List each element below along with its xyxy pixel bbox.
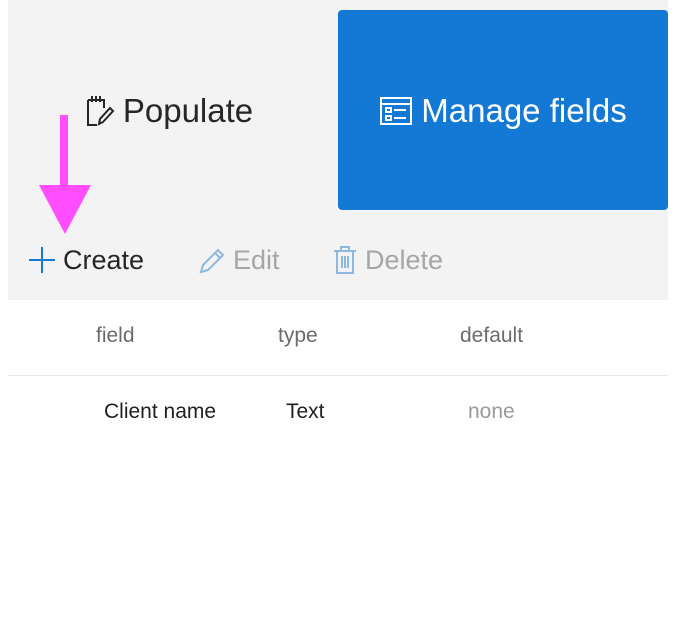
- create-button-label: Create: [63, 244, 145, 275]
- fields-table: field type default Client name Text none: [8, 300, 668, 644]
- pencil-icon: [198, 245, 226, 275]
- column-header-default[interactable]: default: [460, 324, 523, 348]
- column-header-type[interactable]: type: [278, 324, 318, 348]
- cell-default: none: [468, 400, 515, 423]
- edit-button-label: Edit: [233, 244, 280, 275]
- table-header: field type default: [8, 300, 668, 376]
- cell-type: Text: [286, 400, 325, 423]
- cell-field: Client name: [104, 400, 217, 423]
- tab-manage-fields[interactable]: Manage fields: [338, 10, 668, 210]
- edit-button[interactable]: Edit: [198, 240, 280, 280]
- table-row[interactable]: Client name Text none: [8, 376, 668, 452]
- tab-manage-fields-label: Manage fields: [421, 92, 627, 129]
- tab-populate-label: Populate: [122, 92, 254, 129]
- trash-icon: [332, 245, 358, 275]
- annotation-arrow-icon: [39, 115, 91, 234]
- create-button[interactable]: Create: [28, 240, 144, 280]
- column-header-field[interactable]: field: [96, 324, 135, 348]
- delete-button-label: Delete: [365, 244, 444, 275]
- delete-button[interactable]: Delete: [332, 240, 443, 280]
- toolbar: Create Edit Delete: [8, 220, 668, 300]
- plus-icon: [28, 246, 56, 274]
- form-list-icon: [379, 96, 413, 126]
